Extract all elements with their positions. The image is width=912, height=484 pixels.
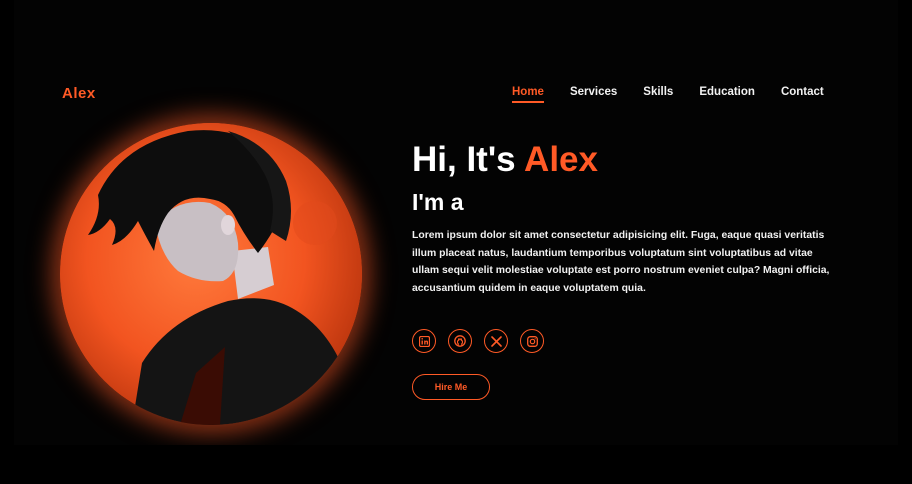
- social-links: [412, 329, 544, 353]
- hero-subtitle: I'm a: [412, 189, 464, 215]
- portrait-illustration: [60, 123, 362, 425]
- instagram-icon: [526, 335, 538, 347]
- hire-me-button[interactable]: Hire Me: [412, 374, 490, 400]
- github-icon: [454, 335, 466, 347]
- instagram-link[interactable]: [520, 329, 544, 353]
- nav-item-home[interactable]: Home: [512, 86, 544, 103]
- hero-title-prefix: Hi, It's: [412, 140, 525, 179]
- nav-item-services[interactable]: Services: [570, 86, 617, 103]
- x-twitter-link[interactable]: [484, 329, 508, 353]
- hero-description: Lorem ipsum dolor sit amet consectetur a…: [412, 230, 830, 294]
- x-twitter-icon: [490, 335, 502, 347]
- main-nav: Home Services Skills Education Contact: [512, 86, 824, 103]
- nav-item-education[interactable]: Education: [699, 86, 755, 103]
- linkedin-icon: [418, 335, 430, 347]
- hero-title: Hi, It's Alex: [412, 138, 598, 182]
- nav-item-contact[interactable]: Contact: [781, 86, 824, 103]
- hero-title-name: Alex: [524, 140, 598, 179]
- portfolio-preview: Alex Home Services Skills Education Cont…: [14, 0, 898, 445]
- github-link[interactable]: [448, 329, 472, 353]
- profile-portrait: [60, 123, 362, 425]
- linkedin-link[interactable]: [412, 329, 436, 353]
- nav-item-skills[interactable]: Skills: [643, 86, 673, 103]
- site-logo[interactable]: Alex: [62, 85, 96, 102]
